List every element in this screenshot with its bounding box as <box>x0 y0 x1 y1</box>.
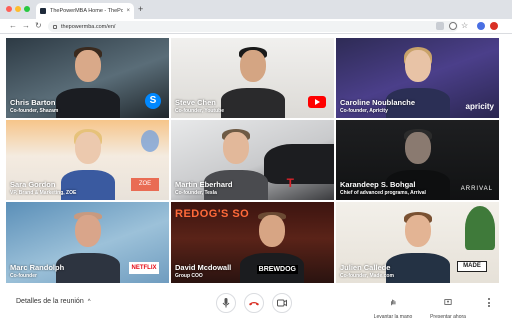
shazam-logo: S <box>145 93 161 109</box>
maximize-window-button[interactable] <box>24 6 30 12</box>
participant-role: VP, Brand & Marketing, ZOE <box>10 190 77 196</box>
microphone-icon <box>222 298 230 308</box>
tab-bar: ThePowerMBA Home - ThePo × + <box>0 0 512 19</box>
more-options-icon[interactable] <box>488 298 490 309</box>
meeting-controls: Detalles de la reunión ^ Levantar la man… <box>0 287 512 321</box>
present-screen-icon <box>444 299 452 305</box>
zoe-logo: ZOE <box>131 178 159 191</box>
zoom-icon[interactable] <box>449 22 457 30</box>
present-now-button[interactable]: Presentar ahora <box>423 293 473 320</box>
participant-tile[interactable]: S Chris Barton Co-founder, Shazam <box>6 38 169 118</box>
car-image <box>264 144 334 184</box>
participant-role: Chief of advanced programs, Arrival <box>340 190 426 196</box>
video-camera-icon <box>277 299 287 307</box>
participant-role: Co-founder <box>10 273 37 279</box>
hang-up-icon <box>249 302 259 306</box>
address-url: thepowermba.com/en/ <box>61 23 116 30</box>
made-logo: MADE <box>457 261 487 272</box>
forward-button[interactable]: → <box>22 21 30 31</box>
participant-name: Karandeep S. Bohgal <box>340 180 416 189</box>
end-call-button[interactable] <box>244 293 264 313</box>
camera-button[interactable] <box>272 293 292 313</box>
participant-tile[interactable]: NETFLIX Marc Randolph Co-founder <box>6 202 169 283</box>
participant-tile[interactable]: MADE Julien Callede Co-founder, Made.com <box>336 202 499 283</box>
back-button[interactable]: ← <box>9 21 17 31</box>
participant-video <box>58 126 118 200</box>
flower-decoration <box>141 130 159 152</box>
participant-role: Co-founder, Apricity <box>340 108 388 114</box>
tesla-logo: T <box>286 176 294 190</box>
chevron-up-icon: ^ <box>87 298 91 305</box>
participant-name: Caroline Noublanche <box>340 98 416 107</box>
participant-name: Chris Barton <box>10 98 56 107</box>
participant-role: Co-founder, Tesla <box>175 190 217 196</box>
arrival-logo: ARRIVAL <box>460 186 493 192</box>
participant-grid: S Chris Barton Co-founder, Shazam Steve … <box>6 38 499 283</box>
participant-video <box>53 44 123 118</box>
participant-tile[interactable]: ARRIVAL Karandeep S. Bohgal Chief of adv… <box>336 120 499 200</box>
meeting-content: S Chris Barton Co-founder, Shazam Steve … <box>0 34 512 287</box>
participant-tile[interactable]: Steve Chen Co-founder, Youtube <box>171 38 334 118</box>
plant-decoration <box>465 206 495 250</box>
participant-role: Co-founder, Youtube <box>175 108 224 114</box>
tab-title: ThePowerMBA Home - ThePo <box>50 8 124 14</box>
participant-name: Sara Gordon <box>10 180 56 189</box>
participant-role: Group COO <box>175 273 203 279</box>
raise-hand-button[interactable]: Levantar la mano <box>368 293 418 320</box>
participant-tile[interactable]: ZOE Sara Gordon VP, Brand & Marketing, Z… <box>6 120 169 200</box>
participant-role: Co-founder, Shazam <box>10 108 59 114</box>
translate-icon[interactable] <box>436 22 444 30</box>
present-now-label: Presentar ahora <box>430 314 466 320</box>
youtube-logo <box>308 96 326 108</box>
participant-role: Co-founder, Made.com <box>340 273 394 279</box>
meeting-details-button[interactable]: Detalles de la reunión ^ <box>16 298 91 305</box>
participant-tile[interactable]: apricity Caroline Noublanche Co-founder,… <box>336 38 499 118</box>
participant-video <box>218 44 288 118</box>
address-bar[interactable]: thepowermba.com/en/ <box>48 21 458 32</box>
lock-icon <box>53 24 57 29</box>
apricity-logo: apricity <box>465 102 494 111</box>
participant-name: Steve Chen <box>175 98 216 107</box>
participant-tile[interactable]: T Martin Eberhard Co-founder, Tesla <box>171 120 334 200</box>
browser-window: ThePowerMBA Home - ThePo × + ← → ↻ thepo… <box>0 0 512 321</box>
participant-tile[interactable]: REDOG'S SO BREWDOG David Mcdowall Group … <box>171 202 334 283</box>
extension-icon[interactable] <box>490 22 498 30</box>
minimize-window-button[interactable] <box>15 6 21 12</box>
tab-close-button[interactable]: × <box>126 8 130 14</box>
browser-toolbar: ← → ↻ thepowermba.com/en/ ☆ <box>0 19 512 34</box>
participant-video <box>383 209 453 283</box>
brewdog-logo: BREWDOG <box>256 265 298 274</box>
favicon-icon <box>40 8 46 14</box>
microphone-button[interactable] <box>216 293 236 313</box>
browser-tab[interactable]: ThePowerMBA Home - ThePo × <box>36 3 134 19</box>
close-window-button[interactable] <box>6 6 12 12</box>
participant-name: Marc Randolph <box>10 263 65 272</box>
bookmark-star-icon[interactable]: ☆ <box>461 22 469 30</box>
participant-name: David Mcdowall <box>175 263 232 272</box>
raise-hand-label: Levantar la mano <box>373 314 413 320</box>
hand-icon <box>391 299 396 306</box>
reload-button[interactable]: ↻ <box>35 21 42 31</box>
profile-avatar[interactable] <box>477 22 485 30</box>
meeting-details-label: Detalles de la reunión <box>16 298 84 305</box>
participant-name: Martin Eberhard <box>175 180 233 189</box>
netflix-logo: NETFLIX <box>129 262 159 274</box>
new-tab-button[interactable]: + <box>138 4 143 14</box>
participant-name: Julien Callede <box>340 263 391 272</box>
